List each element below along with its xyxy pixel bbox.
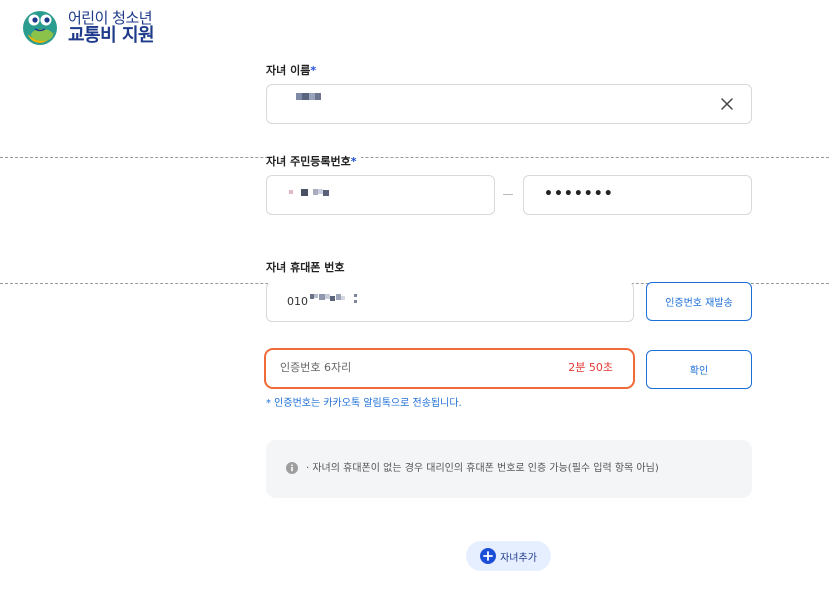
logo[interactable]: 어린이 청소년 교통비 지원: [20, 8, 155, 46]
masked-resident-front: [289, 189, 329, 197]
resident-number-front-input[interactable]: [266, 175, 495, 215]
masked-resident-back: •••••••: [544, 186, 614, 202]
required-mark: *: [350, 155, 357, 168]
phone-label: 자녀 휴대폰 번호: [266, 261, 345, 274]
masked-phone: [310, 294, 358, 304]
verification-notice: * 인증번호는 카카오톡 알림톡으로 전송됩니다.: [266, 398, 462, 409]
verification-timer: 2분 50초: [568, 361, 613, 374]
close-icon[interactable]: [719, 96, 735, 112]
verification-code-input[interactable]: 인증번호 6자리 2분 50초: [264, 348, 635, 389]
add-child-button[interactable]: 자녀추가: [466, 541, 551, 571]
plus-circle-icon: [480, 548, 497, 564]
resident-number-back-input[interactable]: •••••••: [523, 175, 752, 215]
confirm-code-button[interactable]: 확인: [646, 350, 752, 389]
info-icon: [286, 462, 298, 474]
add-child-label: 자녀추가: [500, 552, 537, 564]
phone-prefix: 010: [287, 295, 308, 308]
resident-number-label-text: 자녀 주민등록번호: [266, 155, 351, 168]
required-mark: *: [310, 64, 317, 77]
child-name-label: 자녀 이름*: [266, 62, 316, 78]
child-name-label-text: 자녀 이름: [266, 64, 311, 77]
phone-input[interactable]: 010: [266, 282, 634, 322]
resend-code-button[interactable]: 인증번호 재발송: [646, 282, 752, 321]
masked-name: [296, 93, 322, 100]
info-box: · 자녀의 휴대폰이 없는 경우 대리인의 휴대폰 번호로 인증 가능(필수 입…: [266, 440, 752, 498]
info-text: · 자녀의 휴대폰이 없는 경우 대리인의 휴대폰 번호로 인증 가능(필수 입…: [306, 463, 659, 474]
frog-mascot-icon: [23, 11, 57, 45]
logo-text: 어린이 청소년 교통비 지원: [68, 9, 155, 46]
logo-line2: 교통비 지원: [68, 25, 155, 46]
resident-number-separator: [503, 194, 513, 195]
verification-code-placeholder: 인증번호 6자리: [280, 361, 352, 374]
resident-number-label: 자녀 주민등록번호*: [266, 153, 361, 169]
divider-dashed-1: [0, 157, 829, 158]
child-name-input[interactable]: [266, 84, 752, 124]
